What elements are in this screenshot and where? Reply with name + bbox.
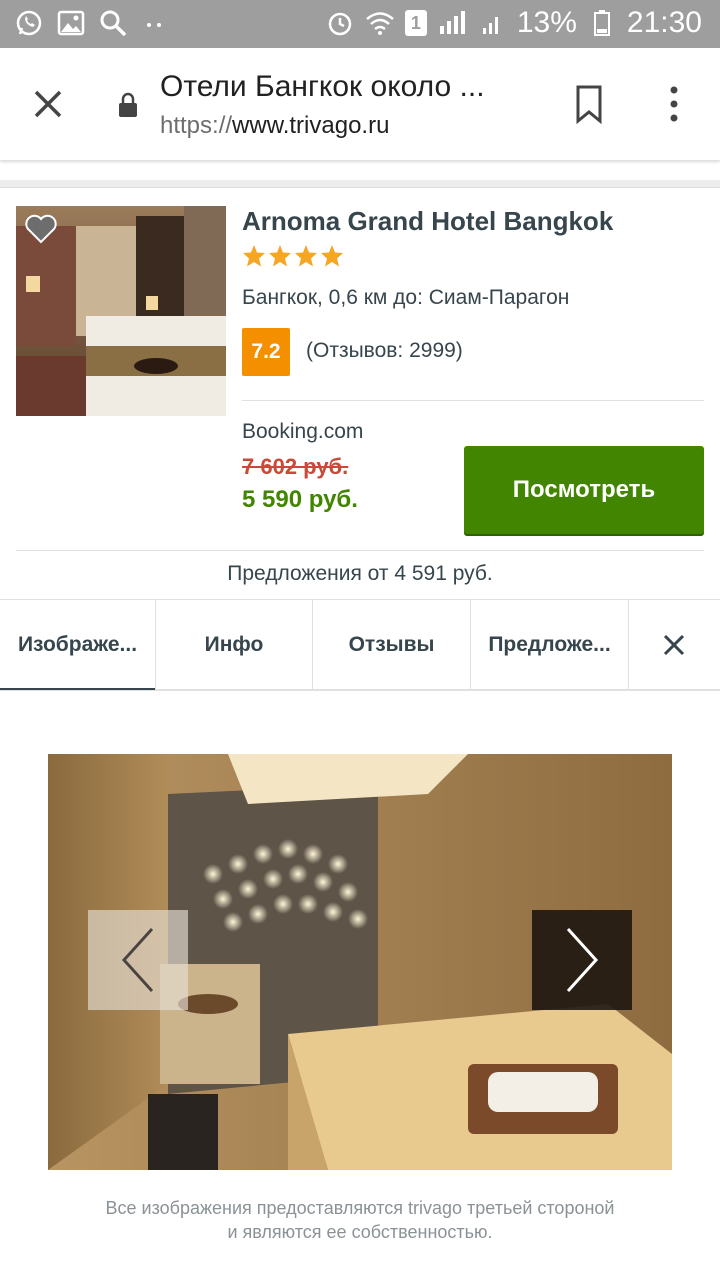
alarm-icon bbox=[325, 8, 355, 38]
tab-offers[interactable]: Предложе... bbox=[471, 600, 629, 690]
hotel-photo[interactable] bbox=[16, 206, 226, 416]
star-icon bbox=[243, 245, 265, 267]
scrolled-content-edge bbox=[0, 160, 720, 188]
gallery-prev-button[interactable] bbox=[88, 910, 188, 1010]
deal-price: 5 590 руб. bbox=[242, 486, 358, 513]
favorite-heart-icon[interactable] bbox=[24, 214, 58, 244]
detail-tabs: Изображе... Инфо Отзывы Предложе... bbox=[0, 599, 720, 691]
search-icon bbox=[98, 8, 128, 38]
close-icon[interactable] bbox=[28, 84, 68, 124]
disclaimer-line-2: и являются ее собственностью. bbox=[227, 1222, 493, 1242]
more-dots-icon bbox=[140, 8, 170, 38]
tab-info[interactable]: Инфо bbox=[156, 600, 313, 690]
wifi-icon bbox=[365, 8, 395, 38]
old-price: 7 602 руб. bbox=[242, 454, 349, 479]
view-deal-button[interactable]: Посмотреть bbox=[464, 446, 704, 534]
whatsapp-icon bbox=[14, 8, 44, 38]
star-icon bbox=[269, 245, 291, 267]
close-tabs-icon[interactable] bbox=[629, 600, 719, 690]
star-rating bbox=[242, 244, 344, 268]
tab-images[interactable]: Изображе... bbox=[0, 600, 156, 690]
image-disclaimer: Все изображения предоставляются trivago … bbox=[40, 1196, 680, 1244]
page-title[interactable]: Отели Бангкок около ... bbox=[160, 70, 520, 104]
chevron-left-icon bbox=[121, 927, 154, 993]
signal-icon-2 bbox=[477, 8, 507, 38]
overflow-menu-icon[interactable] bbox=[664, 84, 684, 124]
status-bar: 1 13% 21:30 bbox=[0, 0, 720, 48]
chevron-right-icon bbox=[566, 927, 599, 993]
gallery-next-button[interactable] bbox=[532, 910, 632, 1010]
review-count[interactable]: (Отзывов: 2999) bbox=[306, 339, 463, 363]
divider bbox=[16, 550, 704, 551]
hotel-location: Бангкок, 0,6 км до: Сиам-Парагон bbox=[242, 286, 570, 309]
hotel-name[interactable]: Arnoma Grand Hotel Bangkok bbox=[242, 206, 613, 237]
battery-percent: 13% bbox=[516, 6, 577, 39]
tab-reviews[interactable]: Отзывы bbox=[313, 600, 471, 690]
divider bbox=[242, 400, 704, 401]
url-text[interactable]: https://www.trivago.ru bbox=[160, 112, 389, 140]
more-offers-link[interactable]: Предложения от 4 591 руб. bbox=[0, 562, 720, 586]
sim-slot-badge: 1 bbox=[404, 10, 427, 36]
browser-toolbar: Отели Бангкок около ... https://www.triv… bbox=[0, 48, 720, 160]
clock: 21:30 bbox=[626, 6, 702, 39]
battery-icon bbox=[587, 8, 617, 38]
gallery-icon bbox=[56, 8, 86, 38]
rating-badge: 7.2 bbox=[242, 328, 290, 376]
disclaimer-line-1: Все изображения предоставляются trivago … bbox=[105, 1198, 615, 1218]
bookmark-icon[interactable] bbox=[574, 84, 604, 125]
deal-provider: Booking.com bbox=[242, 420, 364, 443]
signal-icon bbox=[437, 8, 467, 38]
url-scheme: https:// bbox=[160, 112, 233, 139]
star-icon bbox=[321, 245, 343, 267]
star-icon bbox=[295, 245, 317, 267]
lock-icon bbox=[118, 92, 138, 118]
url-host: www.trivago.ru bbox=[232, 112, 390, 139]
